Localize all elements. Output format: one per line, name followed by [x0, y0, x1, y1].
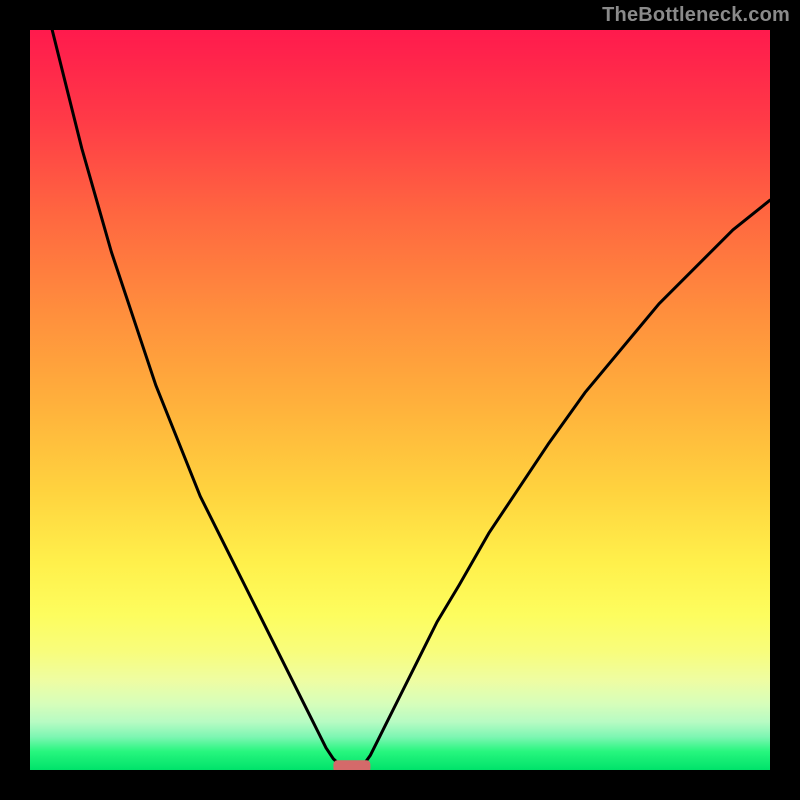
curve-group: [52, 30, 770, 766]
watermark: TheBottleneck.com: [602, 4, 790, 27]
curves-layer: [30, 30, 770, 770]
plot-area: [30, 30, 770, 770]
curve-right-branch: [363, 200, 770, 765]
chart-frame: TheBottleneck.com: [0, 0, 800, 800]
curve-left-branch: [52, 30, 341, 766]
optimum-marker: [333, 760, 370, 770]
